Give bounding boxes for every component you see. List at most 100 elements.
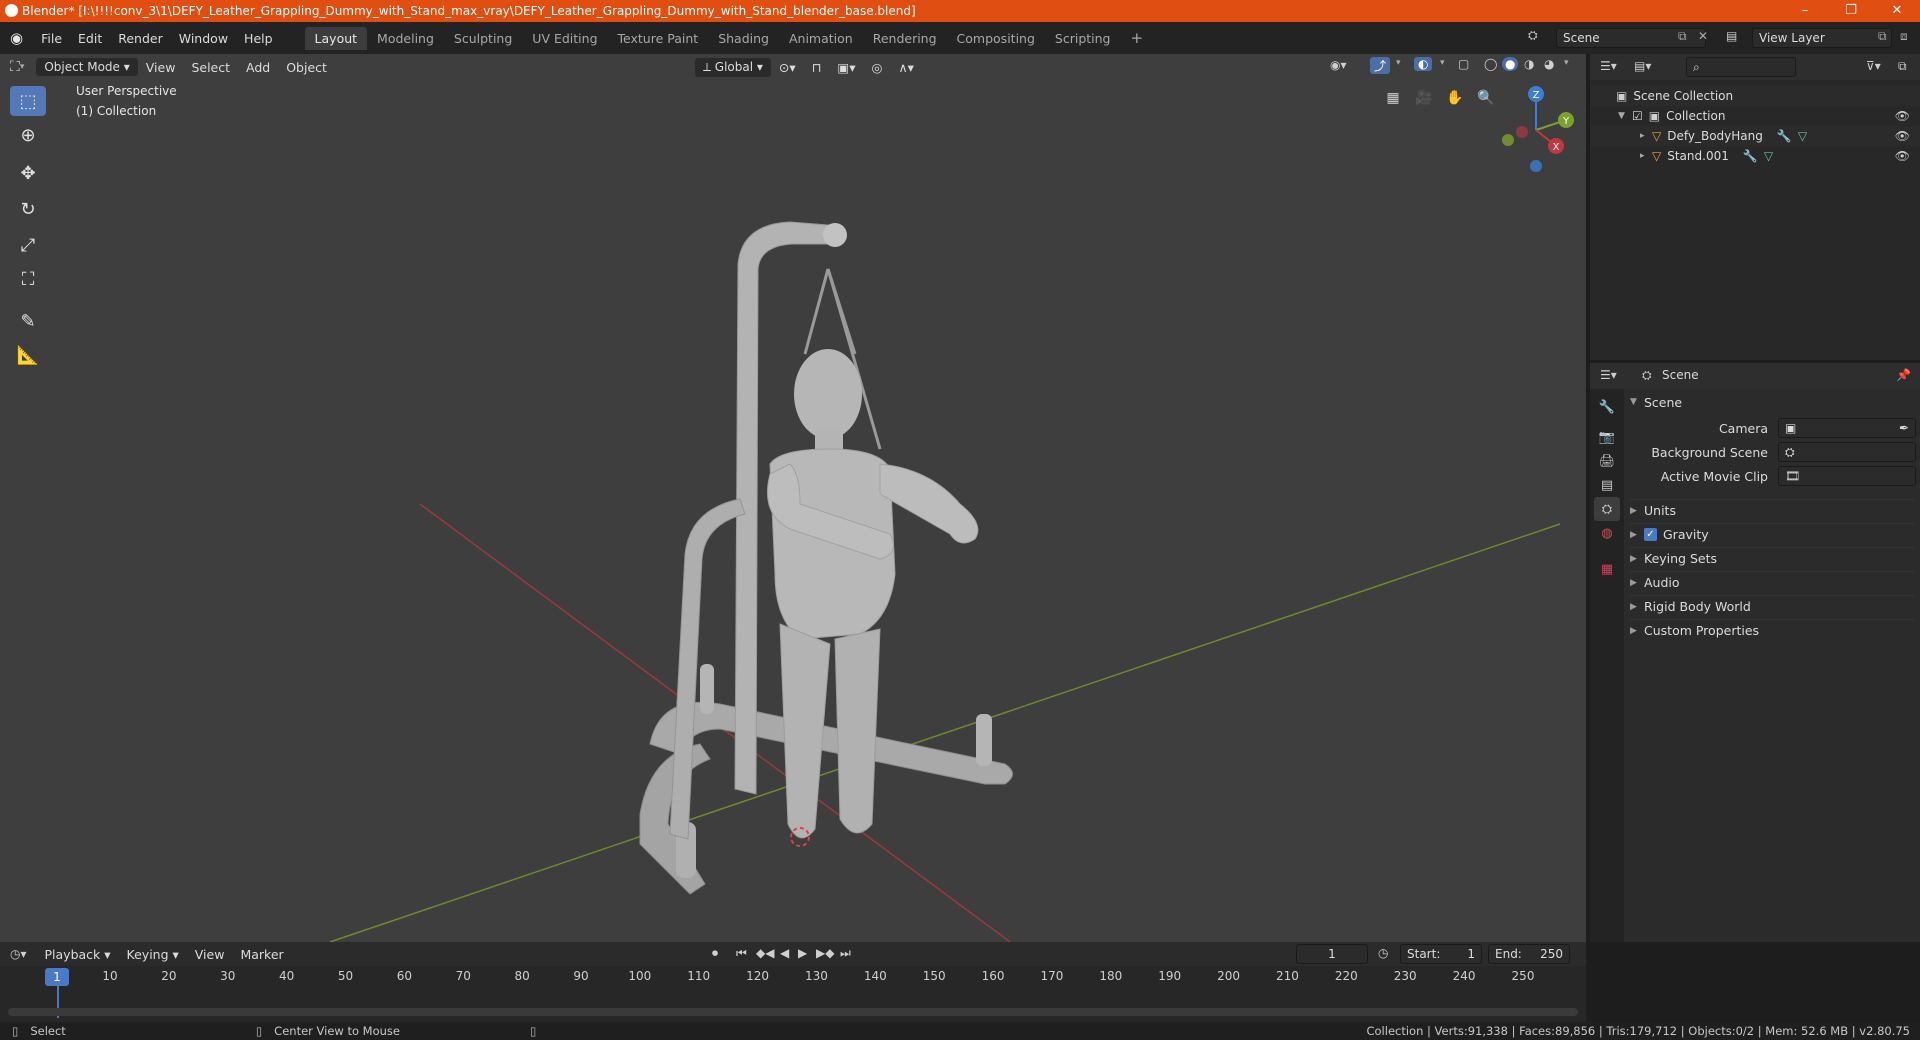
xray-icon[interactable]: ▢ [1458,57,1469,71]
chevron-down-icon[interactable]: ▾ [20,62,25,72]
outliner-row-scene-collection[interactable]: ▣ Scene Collection [1590,86,1920,106]
tab-shading[interactable]: Shading [708,27,779,50]
render-tab-icon[interactable]: 📷 [1594,425,1620,449]
jump-end-icon[interactable]: ⏭ [840,946,851,961]
movie-clip-field[interactable]: 🎞 [1778,466,1916,486]
new-collection-icon[interactable]: ⧉ [1898,59,1907,74]
outliner-row-collection[interactable]: ▼ ☑ ▣ Collection 👁 [1590,106,1920,126]
scene-icon[interactable]: ⛭ [1528,28,1538,43]
custom-properties-panel-header[interactable]: ▶ Custom Properties [1630,619,1914,641]
blender-menu-icon[interactable]: ◉ [10,29,23,47]
play-reverse-icon[interactable]: ◀ [780,946,789,960]
menu-edit[interactable]: Edit [70,31,110,46]
move-tool[interactable]: ✥ [10,158,46,188]
proportional-edit-icon[interactable]: ◎ [864,60,891,75]
menu-help[interactable]: Help [236,31,281,46]
tab-texture-paint[interactable]: Texture Paint [608,27,709,50]
expand-object-icon[interactable]: ▸ [1640,131,1652,141]
tab-animation[interactable]: Animation [779,27,863,50]
camera-view-icon[interactable]: 🎥 [1411,85,1437,111]
scene-panel-header[interactable]: ▼ Scene [1630,391,1914,413]
snap-icon[interactable]: ⊓ [804,60,830,75]
tab-layout[interactable]: Layout [304,26,368,50]
menu-window[interactable]: Window [171,31,236,46]
outliner-row-defy-bodyhang[interactable]: ▸ ▽ Defy_BodyHang 🔧 ▽ 👁 [1590,126,1920,146]
gravity-checkbox[interactable]: ✓ [1644,528,1657,541]
viewport-menu-add[interactable]: Add [238,60,278,75]
scale-tool[interactable]: ⤢ [10,230,46,260]
3d-viewport[interactable]: ⛶ ▾ Object Mode ▾ View Select Add Object… [0,54,1586,942]
object-mode-dropdown[interactable]: Object Mode ▾ [36,58,138,76]
expand-object-icon[interactable]: ▸ [1640,151,1652,161]
end-frame-field[interactable]: End: 250 [1488,944,1570,964]
view-layer-selector[interactable]: View Layer [1752,28,1892,48]
jump-start-icon[interactable]: ⏮ [736,946,747,961]
frame-ruler[interactable]: 10 20 30 40 50 60 70 80 90 100 110 120 130 140 150 160 1… [0,966,1586,988]
output-tab-icon[interactable]: 🖨 [1594,449,1620,473]
keying-sets-panel-header[interactable]: ▶ Keying Sets [1630,547,1914,569]
eyedropper-icon[interactable]: ✒ [1899,419,1909,437]
gizmo-toggle-icon[interactable]: ⤴ [1370,57,1391,74]
expand-collection-icon[interactable]: ▼ [1618,111,1632,121]
play-icon[interactable]: ▶ [798,946,807,960]
record-icon[interactable]: ⏺ [712,946,718,961]
viewport-menu-view[interactable]: View [138,60,184,75]
cursor-tool[interactable]: ⊕ [10,120,46,150]
gravity-panel-header[interactable]: ▶ ✓ Gravity [1630,523,1914,545]
current-frame-field[interactable]: 1 [1296,944,1368,964]
editor-type-icon[interactable]: ⛶ [10,59,20,75]
view-layer-icon[interactable]: ▤ [1726,29,1737,43]
transform-tool[interactable]: ⛶ [10,264,46,294]
wireframe-shading-icon[interactable]: ◯ [1484,57,1497,71]
eye-icon[interactable]: 👁 [1895,109,1910,123]
tab-rendering[interactable]: Rendering [863,27,947,50]
gizmo-dropdown-icon[interactable]: ▾ [1396,58,1401,68]
orientation-dropdown[interactable]: ⟂ Global ▾ [694,57,771,77]
next-keyframe-icon[interactable]: ▶◆ [816,946,834,960]
add-workspace-icon[interactable]: + [1121,25,1154,51]
timeline-menu-view[interactable]: View [187,947,233,962]
close-button[interactable]: ✕ [1874,0,1920,22]
new-scene-icon[interactable]: ⧉ [1678,29,1687,44]
timeline-editor-icon[interactable]: ◷▾ [10,947,27,961]
falloff-icon[interactable]: ∧▾ [890,60,921,75]
view-layer-tab-icon[interactable]: ▤ [1594,473,1620,497]
viewport-menu-select[interactable]: Select [183,60,238,75]
tab-scripting[interactable]: Scripting [1045,27,1121,50]
properties-editor-icon[interactable]: ☰▾ [1600,368,1617,382]
menu-file[interactable]: File [33,31,70,46]
overlay-toggle-icon[interactable]: ◐ [1414,57,1433,71]
timeline-scrollbar[interactable] [8,1008,1578,1016]
scene-tab-icon[interactable]: ⛭ [1594,497,1620,521]
menu-render[interactable]: Render [110,31,171,46]
camera-field[interactable]: ▣ ✒ [1778,418,1916,438]
timeline-menu-playback[interactable]: Playback ▾ [37,947,119,962]
preview-range-icon[interactable]: ◷ [1378,946,1388,960]
rotate-tool[interactable]: ↻ [10,194,46,224]
select-box-tool[interactable]: ⬚ [10,86,46,116]
background-scene-field[interactable]: ⛭ [1778,442,1916,462]
rigid-body-world-panel-header[interactable]: ▶ Rigid Body World [1630,595,1914,617]
outliner-editor-icon[interactable]: ☰▾ [1600,59,1617,73]
maximize-button[interactable]: ❐ [1828,0,1874,22]
measure-tool[interactable]: 📐 [10,340,46,370]
pan-view-icon[interactable]: ✋ [1442,85,1468,111]
checkbox-icon[interactable]: ☑ [1632,109,1643,123]
navigation-gizmo[interactable]: Z Y X [1494,84,1578,184]
new-view-layer-icon[interactable]: ⧉ [1878,29,1887,44]
tab-sculpting[interactable]: Sculpting [444,27,522,50]
outliner-search-input[interactable]: ⌕ [1686,57,1796,77]
eye-icon[interactable]: 👁 [1895,149,1910,163]
tool-tab-icon[interactable]: 🔧 [1594,395,1620,419]
units-panel-header[interactable]: ▶ Units [1630,499,1914,521]
pivot-icon[interactable]: ⊙▾ [771,60,804,75]
start-frame-field[interactable]: Start: 1 [1400,944,1482,964]
eye-icon[interactable]: 👁 [1895,129,1910,143]
audio-panel-header[interactable]: ▶ Audio [1630,571,1914,593]
annotate-tool[interactable]: ✎ [10,306,46,336]
prev-keyframe-icon[interactable]: ◆◀ [756,946,774,960]
solid-shading-icon[interactable]: ● [1502,57,1519,71]
modifier-wrench-icon[interactable]: 🔧 [1743,149,1758,163]
snap-target-icon[interactable]: ▣▾ [829,60,863,75]
outliner-row-stand[interactable]: ▸ ▽ Stand.001 🔧 ▽ 👁 [1590,146,1920,166]
